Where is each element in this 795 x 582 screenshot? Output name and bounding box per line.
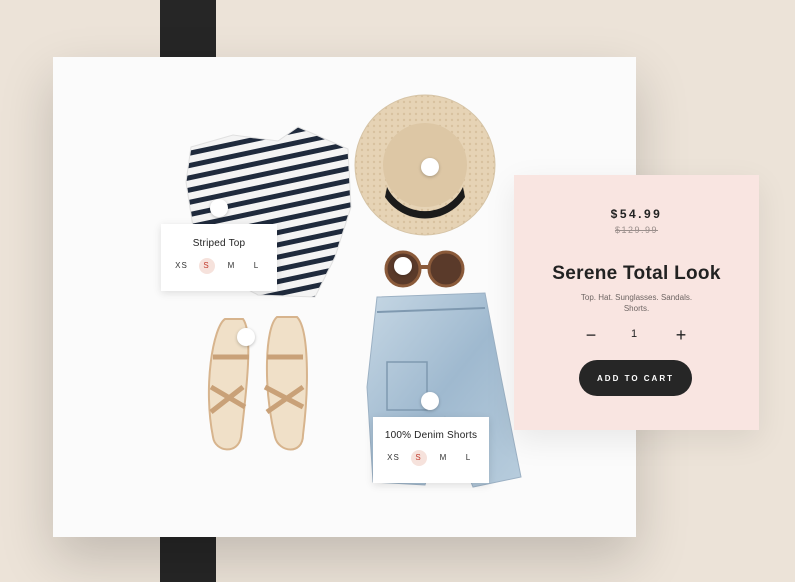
size-option-s-selected[interactable]: S: [198, 258, 215, 274]
add-to-cart-button[interactable]: ADD TO CART: [579, 360, 692, 396]
old-price: $129.99: [614, 225, 659, 235]
size-option-xs[interactable]: XS: [174, 258, 190, 274]
quantity-value[interactable]: 1: [624, 328, 644, 340]
hotspot-sunglasses[interactable]: [394, 257, 412, 275]
size-option-xs[interactable]: XS: [386, 450, 402, 466]
plus-icon[interactable]: +: [671, 325, 691, 345]
hotspot-shorts[interactable]: [421, 392, 439, 410]
decor-stripe-top: [160, 0, 216, 58]
product-card: $54.99 $129.99 Serene Total Look Top. Ha…: [514, 175, 759, 430]
product-description: Top. Hat. Sunglasses. Sandals. Shorts.: [580, 293, 693, 313]
hotspot-striped-top[interactable]: [210, 199, 228, 217]
hotspot-sandals[interactable]: [237, 328, 255, 346]
size-option-m[interactable]: M: [436, 450, 452, 466]
decor-stripe-bottom: [160, 536, 216, 582]
hotspot-hat[interactable]: [421, 158, 439, 176]
product-title: Serene Total Look: [552, 263, 721, 284]
price: $54.99: [610, 207, 663, 221]
sandals-image: [207, 316, 308, 451]
size-selector: XS S M L: [373, 450, 489, 466]
size-selector: XS S M L: [161, 258, 277, 274]
size-option-l[interactable]: L: [249, 258, 265, 274]
size-option-m[interactable]: M: [224, 258, 240, 274]
size-option-l[interactable]: L: [461, 450, 477, 466]
size-option-s-selected[interactable]: S: [410, 450, 427, 466]
tag-title: Striped Top: [192, 238, 246, 249]
minus-icon[interactable]: −: [581, 325, 601, 345]
product-tag-denim-shorts: 100% Denim Shorts XS S M L: [373, 417, 489, 483]
tag-title: 100% Denim Shorts: [384, 430, 478, 441]
product-tag-striped-top: Striped Top XS S M L: [161, 224, 277, 291]
quantity-stepper: − 1 +: [514, 325, 759, 345]
